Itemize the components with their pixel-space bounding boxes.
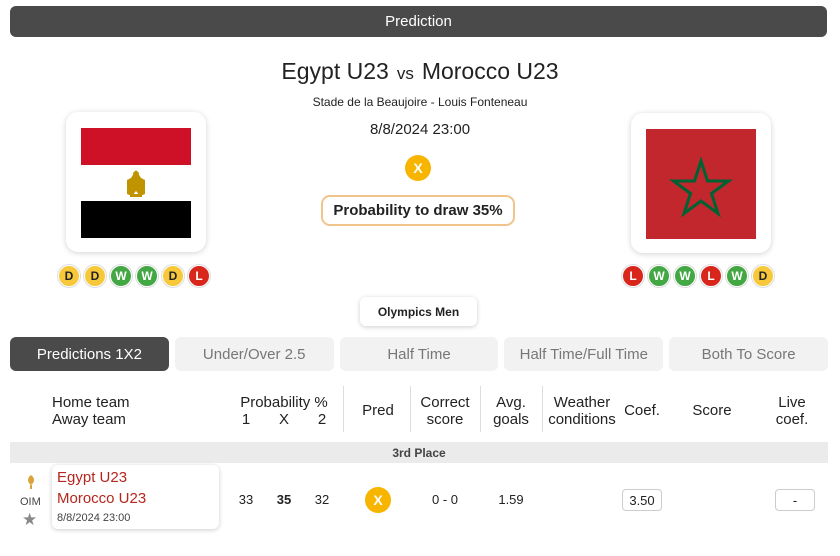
table-header: Home team Away team Probability % 1 X 2 …: [0, 388, 840, 436]
league-link[interactable]: Olympics Men: [360, 297, 477, 326]
row-prob-2: 32: [314, 492, 330, 507]
column-divider: [343, 386, 344, 432]
match-title: Egypt U23 vs Morocco U23: [0, 58, 840, 85]
header-score: Score: [692, 402, 732, 419]
match-teams-card[interactable]: Egypt U23 Morocco U23 8/8/2024 23:00: [52, 465, 219, 529]
prediction-header: Prediction: [10, 6, 827, 37]
egypt-flag-icon: [81, 128, 191, 238]
row-prob-x: 35: [276, 492, 292, 507]
form-result: W: [110, 265, 132, 287]
column-divider: [410, 386, 411, 432]
header-weather: Weather: [553, 394, 611, 411]
row-avg-goals: 1.59: [498, 492, 524, 507]
form-result: W: [648, 265, 670, 287]
form-result: D: [84, 265, 106, 287]
header-goals: goals: [493, 411, 529, 428]
form-result: L: [188, 265, 210, 287]
column-divider: [480, 386, 481, 432]
row-correct-score: 0 - 0: [431, 492, 458, 507]
form-result: W: [726, 265, 748, 287]
morocco-flag-icon: [646, 129, 756, 239]
league-short-label: OIM: [20, 496, 41, 508]
home-team-name: Egypt U23: [281, 58, 389, 84]
header-live-coef: coef.: [775, 411, 809, 428]
tab-both-to-score[interactable]: Both To Score: [669, 337, 828, 371]
header-conditions: conditions: [548, 411, 616, 428]
header-pred: Pred: [362, 402, 394, 419]
header-live: Live: [778, 394, 806, 411]
row-home-team[interactable]: Egypt U23: [57, 469, 127, 486]
section-title: 3rd Place: [10, 442, 828, 463]
header-correct: Correct: [420, 394, 470, 411]
stadium-name: Stade de la Beaujoire - Louis Fonteneau: [312, 95, 528, 109]
header-prob-x: X: [278, 411, 289, 428]
draw-probability-box: Probability to draw 35%: [321, 195, 515, 226]
header-score-word: score: [426, 411, 464, 428]
favorite-star-icon[interactable]: ★: [22, 510, 37, 530]
column-divider: [542, 386, 543, 432]
form-result: D: [752, 265, 774, 287]
away-team-flag-card[interactable]: [631, 113, 771, 253]
home-team-form: D D W W D L: [58, 265, 210, 287]
tab-half-time[interactable]: Half Time: [339, 337, 499, 371]
form-result: W: [674, 265, 696, 287]
header-home-team: Home team: [52, 394, 130, 411]
form-result: D: [162, 265, 184, 287]
form-result: L: [622, 265, 644, 287]
tab-half-time-full-time[interactable]: Half Time/Full Time: [504, 337, 664, 371]
header-coef: Coef.: [624, 402, 660, 419]
tab-under-over[interactable]: Under/Over 2.5: [174, 337, 334, 371]
draw-probability-text: Probability to draw 35%: [333, 202, 503, 219]
row-away-team[interactable]: Morocco U23: [57, 490, 146, 507]
row-live-coef[interactable]: -: [775, 489, 815, 511]
form-result: L: [700, 265, 722, 287]
form-result: W: [136, 265, 158, 287]
prediction-tabs: Predictions 1X2 Under/Over 2.5 Half Time…: [10, 337, 828, 371]
away-team-form: L W W L W D: [622, 265, 774, 287]
olympics-logo-icon: [28, 475, 34, 489]
vs-label: vs: [396, 64, 414, 83]
form-result: D: [58, 265, 80, 287]
home-team-flag-card[interactable]: [66, 112, 206, 252]
row-coef[interactable]: 3.50: [622, 489, 662, 511]
row-prob-1: 33: [238, 492, 254, 507]
header-prob-2: 2: [317, 411, 327, 428]
header-prob-1: 1: [241, 411, 251, 428]
tab-predictions-1x2[interactable]: Predictions 1X2: [10, 337, 169, 371]
row-datetime: 8/8/2024 23:00: [57, 512, 131, 524]
prediction-badge: X: [405, 155, 431, 181]
header-away-team: Away team: [52, 411, 126, 428]
away-team-name: Morocco U23: [421, 58, 559, 84]
header-probability: Probability %: [240, 394, 328, 411]
header-avg: Avg.: [496, 394, 526, 411]
header-title: Prediction: [385, 13, 452, 30]
row-prediction-badge: X: [365, 487, 391, 513]
